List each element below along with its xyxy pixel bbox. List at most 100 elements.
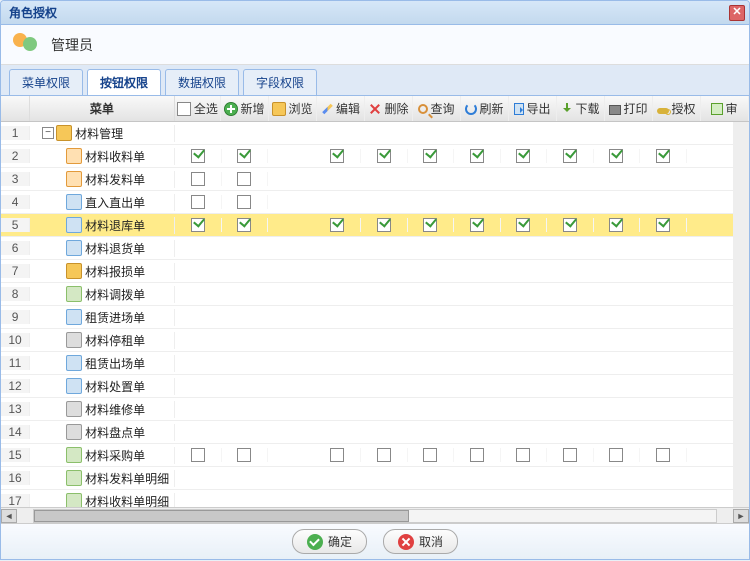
checkbox[interactable] [609, 448, 623, 462]
menu-cell[interactable]: 材料收料单 [30, 148, 175, 165]
menu-cell[interactable]: 直入直出单 [30, 194, 175, 211]
grid-body[interactable]: 1−材料管理2材料收料单3材料发料单4直入直出单5材料退库单6材料退货单7材料报… [1, 122, 733, 507]
menu-cell[interactable]: 材料退库单 [30, 217, 175, 234]
scroll-thumb[interactable] [34, 510, 409, 522]
cell-delete[interactable] [361, 218, 407, 232]
checkbox[interactable] [237, 149, 251, 163]
cell-query[interactable] [408, 149, 454, 163]
table-row[interactable]: 12材料处置单 [1, 375, 733, 398]
menu-cell[interactable]: −材料管理 [30, 125, 175, 142]
table-row[interactable]: 14材料盘点单 [1, 421, 733, 444]
table-row[interactable]: 8材料调拨单 [1, 283, 733, 306]
col-refresh[interactable]: 刷新 [461, 96, 509, 121]
cell-download[interactable] [547, 149, 593, 163]
checkbox[interactable] [237, 195, 251, 209]
table-row[interactable]: 10材料停租单 [1, 329, 733, 352]
cell-all[interactable] [175, 448, 221, 462]
menu-cell[interactable]: 材料发料单 [30, 171, 175, 188]
checkbox[interactable] [656, 448, 670, 462]
col-select-all[interactable]: 全选 [175, 96, 221, 121]
checkbox[interactable] [563, 218, 577, 232]
checkbox[interactable] [563, 149, 577, 163]
table-row[interactable]: 2材料收料单 [1, 145, 733, 168]
menu-cell[interactable]: 材料处置单 [30, 378, 175, 395]
menu-cell[interactable]: 材料退货单 [30, 240, 175, 257]
checkbox[interactable] [377, 448, 391, 462]
cell-export[interactable] [501, 218, 547, 232]
cell-edit[interactable] [315, 149, 361, 163]
checkbox[interactable] [330, 448, 344, 462]
menu-cell[interactable]: 材料停租单 [30, 332, 175, 349]
cell-add[interactable] [222, 149, 268, 163]
table-row[interactable]: 3材料发料单 [1, 168, 733, 191]
scroll-right-icon[interactable]: ► [733, 509, 749, 523]
col-query[interactable]: 查询 [413, 96, 461, 121]
checkbox[interactable] [423, 218, 437, 232]
checkbox[interactable] [191, 172, 205, 186]
ok-button[interactable]: 确定 [292, 529, 367, 554]
cell-download[interactable] [547, 218, 593, 232]
menu-cell[interactable]: 材料盘点单 [30, 424, 175, 441]
tab-1[interactable]: 按钮权限 [87, 69, 161, 95]
cell-query[interactable] [408, 218, 454, 232]
tab-3[interactable]: 字段权限 [243, 69, 317, 95]
tab-0[interactable]: 菜单权限 [9, 69, 83, 95]
checkbox[interactable] [191, 218, 205, 232]
col-download[interactable]: 下载 [557, 96, 605, 121]
cell-edit[interactable] [315, 448, 361, 462]
checkbox[interactable] [470, 448, 484, 462]
cell-edit[interactable] [315, 218, 361, 232]
vertical-scrollbar[interactable] [733, 122, 749, 507]
table-row[interactable]: 16材料发料单明细 [1, 467, 733, 490]
cell-delete[interactable] [361, 448, 407, 462]
checkbox[interactable] [423, 149, 437, 163]
menu-cell[interactable]: 材料收料单明细 [30, 493, 175, 508]
col-add[interactable]: 新增 [221, 96, 269, 121]
scroll-left-icon[interactable]: ◄ [1, 509, 17, 523]
col-delete[interactable]: 删除 [365, 96, 413, 121]
table-row[interactable]: 15材料采购单 [1, 444, 733, 467]
checkbox[interactable] [191, 195, 205, 209]
cell-add[interactable] [222, 195, 268, 209]
checkbox[interactable] [330, 149, 344, 163]
table-row[interactable]: 5材料退库单 [1, 214, 733, 237]
cell-refresh[interactable] [454, 149, 500, 163]
col-approve[interactable]: 审 [701, 96, 749, 121]
menu-cell[interactable]: 材料报损单 [30, 263, 175, 280]
col-export[interactable]: 导出 [509, 96, 557, 121]
cell-export[interactable] [501, 149, 547, 163]
checkbox[interactable] [377, 149, 391, 163]
checkbox[interactable] [191, 448, 205, 462]
cell-all[interactable] [175, 172, 221, 186]
menu-cell[interactable]: 材料采购单 [30, 447, 175, 464]
cancel-button[interactable]: 取消 [383, 529, 458, 554]
checkbox[interactable] [609, 218, 623, 232]
col-browse[interactable]: 浏览 [269, 96, 317, 121]
checkbox[interactable] [423, 448, 437, 462]
cell-print[interactable] [594, 149, 640, 163]
table-row[interactable]: 7材料报损单 [1, 260, 733, 283]
cell-print[interactable] [594, 218, 640, 232]
col-auth[interactable]: 授权 [653, 96, 701, 121]
select-all-checkbox[interactable] [177, 102, 191, 116]
table-row[interactable]: 6材料退货单 [1, 237, 733, 260]
cell-refresh[interactable] [454, 448, 500, 462]
cell-add[interactable] [222, 172, 268, 186]
checkbox[interactable] [237, 448, 251, 462]
cell-export[interactable] [501, 448, 547, 462]
cell-delete[interactable] [361, 149, 407, 163]
cell-print[interactable] [594, 448, 640, 462]
table-row[interactable]: 4直入直出单 [1, 191, 733, 214]
menu-cell[interactable]: 材料发料单明细 [30, 470, 175, 487]
checkbox[interactable] [563, 448, 577, 462]
checkbox[interactable] [330, 218, 344, 232]
cell-auth[interactable] [640, 218, 686, 232]
cell-refresh[interactable] [454, 218, 500, 232]
tab-2[interactable]: 数据权限 [165, 69, 239, 95]
checkbox[interactable] [516, 149, 530, 163]
col-print[interactable]: 打印 [605, 96, 653, 121]
table-row[interactable]: 17材料收料单明细 [1, 490, 733, 507]
cell-add[interactable] [222, 448, 268, 462]
table-row[interactable]: 1−材料管理 [1, 122, 733, 145]
checkbox[interactable] [191, 149, 205, 163]
